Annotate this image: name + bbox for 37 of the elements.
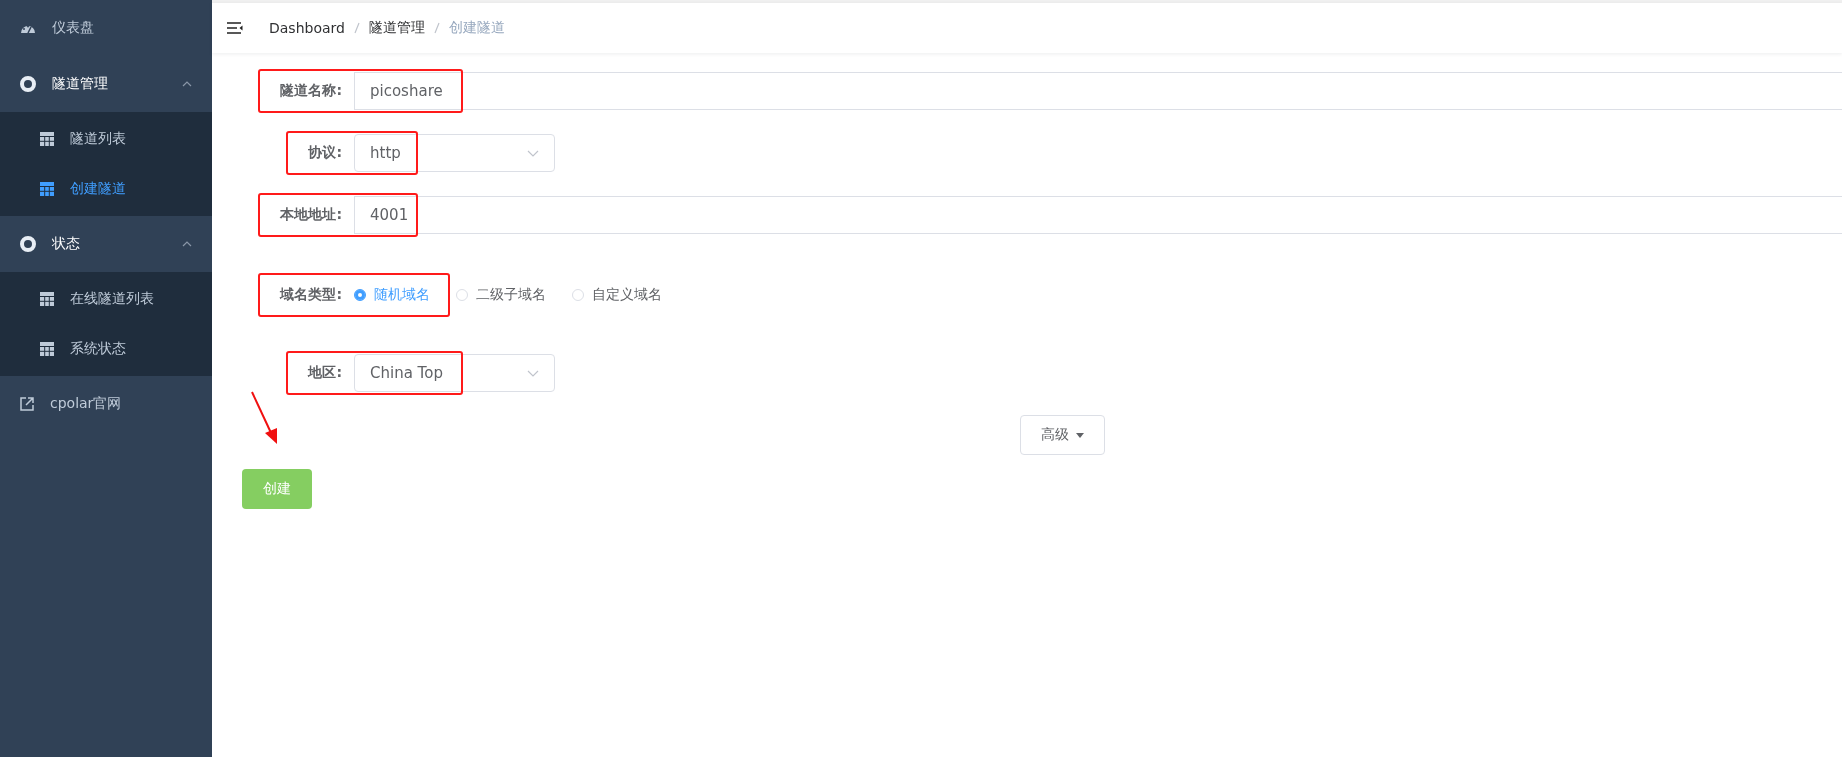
caret-icon (1076, 432, 1084, 438)
submenu-item[interactable]: 隧道列表 (0, 114, 212, 164)
field-label: 域名类型: (278, 286, 343, 304)
text-field[interactable]: 4001 (354, 196, 1842, 234)
field-label: 本地地址: (279, 206, 343, 224)
field-label: 地区: (306, 364, 343, 382)
breadcrumb-item[interactable]: Dashboard (269, 20, 345, 36)
grid-icon (40, 132, 54, 146)
radio-option[interactable]: 自定义域名 (572, 286, 662, 304)
breadcrumb-item[interactable]: 隧道管理 (368, 19, 425, 37)
grid-icon (40, 182, 54, 196)
chevron-icon (527, 369, 539, 377)
select-field[interactable]: http (354, 134, 555, 172)
menu-icon[interactable] (227, 22, 243, 34)
menu-item[interactable]: cpolar官网 (0, 376, 212, 432)
submenu-item[interactable]: 系统状态 (0, 324, 212, 374)
menu-item[interactable]: 仪表盘 (0, 0, 212, 56)
chevron-icon (527, 149, 539, 157)
menu-group[interactable]: 状态 (0, 216, 212, 272)
radio-option[interactable]: 二级子域名 (456, 286, 546, 304)
breadcrumb-separator (353, 22, 360, 34)
menu-group[interactable]: 隧道管理 (0, 56, 212, 112)
advanced-button[interactable]: 高级 (1020, 415, 1105, 455)
external-link-icon (20, 397, 34, 411)
field-label: 协议: (307, 144, 343, 162)
annotation-arrow (250, 391, 280, 446)
submenu-item[interactable]: 创建隧道 (0, 164, 212, 214)
submenu-item[interactable]: 在线隧道列表 (0, 274, 212, 324)
breadcrumb-item: 创建隧道 (448, 19, 505, 37)
grid-icon (40, 292, 54, 306)
grid-icon (40, 342, 54, 356)
field-label: 隧道名称: (279, 82, 343, 100)
breadcrumb-separator (433, 22, 440, 34)
text-field[interactable]: picoshare (354, 72, 1842, 110)
lifebuoy-icon (20, 236, 36, 252)
select-field[interactable]: China Top (354, 354, 555, 392)
lifebuoy-icon (20, 76, 36, 92)
